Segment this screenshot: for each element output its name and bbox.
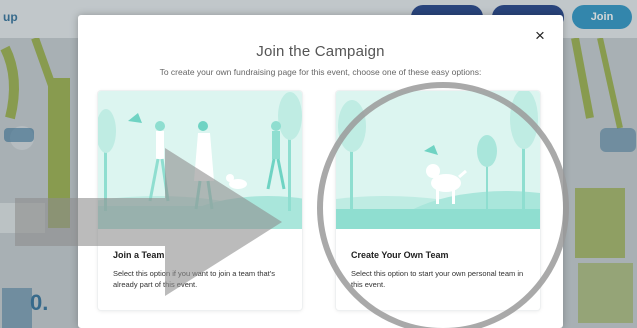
create-team-title: Create Your Own Team	[351, 250, 449, 260]
create-team-description: Select this option to start your own per…	[351, 269, 524, 289]
join-team-illustration	[98, 91, 302, 229]
join-team-option[interactable]: Join a Team Select this option if you wa…	[98, 91, 302, 310]
join-team-description: Select this option if you want to join a…	[113, 269, 275, 289]
create-team-illustration	[336, 91, 540, 229]
create-team-option[interactable]: Create Your Own Team Select this option …	[336, 91, 540, 310]
modal-title: Join the Campaign	[256, 43, 385, 60]
modal-subtitle: To create your own fundraising page for …	[159, 67, 482, 77]
join-team-title: Join a Team	[113, 250, 165, 260]
join-campaign-modal: × Join the Campaign To create your own f…	[78, 15, 563, 328]
